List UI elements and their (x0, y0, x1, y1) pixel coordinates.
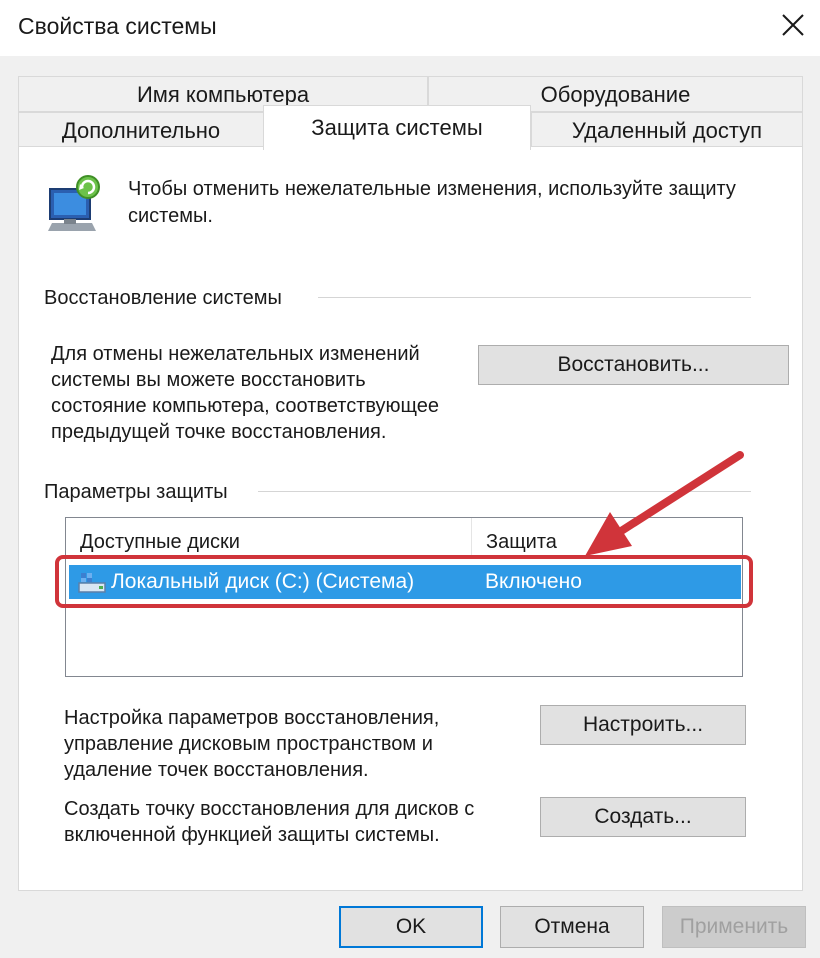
table-row[interactable]: Локальный диск (C:) (Система) Включено (69, 565, 741, 599)
restore-group-divider (318, 297, 751, 298)
tab-remote[interactable]: Удаленный доступ (531, 112, 803, 148)
tab-advanced[interactable]: Дополнительно (18, 112, 264, 148)
protection-group-label: Параметры защиты (44, 481, 234, 504)
create-button[interactable]: Создать... (540, 797, 746, 837)
apply-button[interactable]: Применить (662, 906, 806, 948)
protection-group-divider (258, 491, 751, 492)
close-icon (782, 14, 804, 36)
intro-text: Чтобы отменить нежелательные изменения, … (128, 178, 736, 227)
restore-group-label: Восстановление системы (44, 287, 288, 310)
restore-description: Для отмены нежелательных изменений систе… (51, 343, 440, 443)
close-button[interactable] (762, 0, 820, 52)
ok-button[interactable]: OK (339, 906, 483, 948)
tab-system-protection[interactable]: Защита системы (263, 105, 531, 150)
disk-protection-status: Включено (485, 570, 582, 593)
local-disk-icon (78, 573, 106, 593)
drives-list[interactable]: Доступные диски Защита Локальный диск (C… (65, 517, 743, 677)
window-title: Свойства системы (18, 13, 217, 39)
title-bar: Свойства системы (0, 0, 820, 56)
column-protection[interactable]: Защита (472, 518, 742, 558)
configure-description: Настройка параметров восстановления, упр… (64, 707, 440, 781)
restore-button[interactable]: Восстановить... (478, 345, 789, 385)
cancel-button[interactable]: Отмена (500, 906, 644, 948)
column-available-disks[interactable]: Доступные диски (66, 518, 471, 558)
create-description: Создать точку восстановления для дисков … (64, 798, 475, 846)
configure-button[interactable]: Настроить... (540, 705, 746, 745)
disk-name: Локальный диск (C:) (Система) (111, 570, 415, 593)
system-protection-icon (48, 175, 100, 231)
